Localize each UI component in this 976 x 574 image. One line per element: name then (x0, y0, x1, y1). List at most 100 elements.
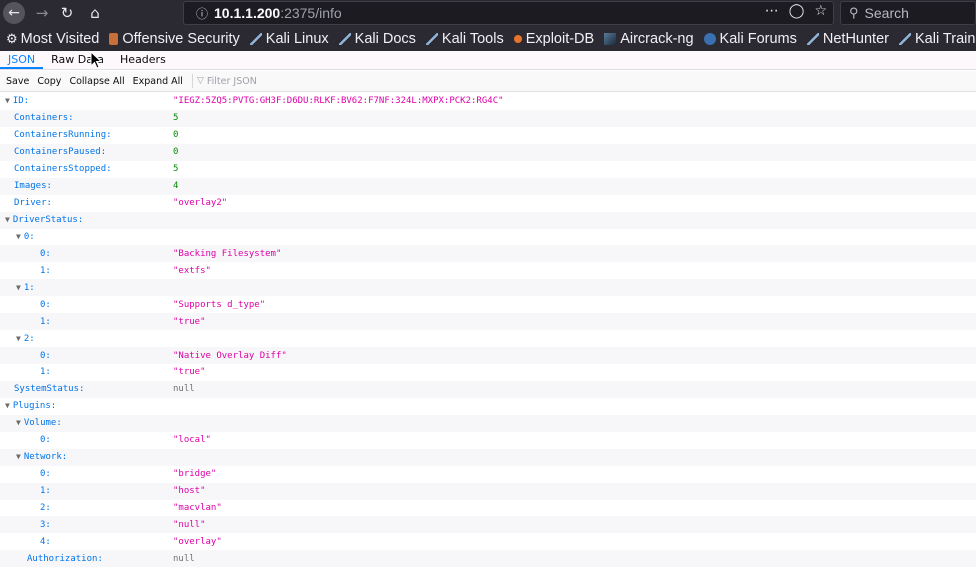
json-row[interactable]: ▼ 2: (0, 330, 976, 347)
home-icon[interactable]: ⌂ (86, 0, 104, 26)
bookmark-kali-tools[interactable]: Kali Tools (425, 31, 504, 47)
filter-box: ▽ (196, 75, 407, 87)
bookmark-nethunter[interactable]: NetHunter (806, 30, 889, 47)
page-actions-icon[interactable]: ⋯ (765, 3, 779, 19)
json-key-label: Authorization: (27, 553, 103, 564)
expand-all-button[interactable]: Expand All (130, 76, 186, 87)
json-key-label: Volume: (23, 418, 62, 429)
json-key: Driver: (14, 198, 52, 208)
expand-toggle-icon[interactable]: ▼ (16, 452, 21, 461)
json-key: Images: (14, 181, 52, 191)
json-value: "host" (173, 486, 206, 497)
json-row[interactable]: ContainersRunning: 0 (0, 127, 976, 144)
json-key-label: Containers: (14, 113, 74, 124)
json-row[interactable]: 1: "host" (0, 482, 976, 500)
filter-icon: ▽ (196, 76, 204, 86)
json-key: 1: (40, 486, 51, 496)
search-placeholder: Search (864, 5, 909, 21)
bookmark-kali-forums[interactable]: Kali Forums (703, 30, 797, 47)
json-value: "overlay" (173, 536, 222, 547)
expand-toggle-icon[interactable]: ▼ (16, 283, 21, 292)
collapse-all-button[interactable]: Collapse All (66, 76, 127, 87)
json-value: 5 (173, 113, 179, 124)
json-row[interactable]: ▼ ID: "IEGZ:5ZQ5:PVTG:GH3F:D6DU:RLKF:BV62:… (0, 93, 976, 110)
reload-icon[interactable]: ↻ (58, 0, 76, 26)
bookmark-exploit-db[interactable]: Exploit-DB (513, 31, 594, 47)
search-bar[interactable]: ⚲ Search (840, 1, 976, 25)
bookmark-offensive-security[interactable]: Offensive Security (109, 31, 240, 47)
json-key-label: 0: (40, 435, 51, 446)
bookmark-kali-training[interactable]: Kali Training (898, 30, 976, 47)
json-row[interactable]: ▼ Network: (0, 448, 976, 466)
json-row[interactable]: 0: "local" (0, 432, 976, 449)
json-row[interactable]: 1: "true" (0, 364, 976, 381)
json-row[interactable]: 0: "bridge" (0, 466, 976, 483)
page-info-icon[interactable]: ⓘ (196, 5, 208, 22)
json-tree: ▼ ID: "IEGZ:5ZQ5:PVTG:GH3F:D6DU:RLKF:BV62:… (0, 93, 976, 574)
json-key-label: 4: (40, 536, 51, 547)
json-row[interactable]: ContainersStopped: 5 (0, 161, 976, 178)
json-value: "bridge" (173, 469, 217, 480)
json-key-label: ID: (12, 96, 30, 107)
forward-arrow-icon[interactable]: → (33, 0, 51, 26)
expand-toggle-icon[interactable]: ▼ (5, 401, 10, 410)
expand-toggle-icon[interactable]: ▼ (5, 96, 10, 105)
json-row[interactable]: 0: "Backing Filesystem" (0, 245, 976, 263)
json-row[interactable]: 3: "null" (0, 516, 976, 534)
url-bar[interactable]: ⓘ 10.1.1.200:2375/info ⋯ ◯ ☆ (183, 1, 834, 25)
pocket-icon[interactable]: ◯ (789, 3, 805, 19)
json-row[interactable]: Authorization: null (0, 550, 976, 568)
json-row[interactable]: 4: "overlay" (0, 533, 976, 550)
json-key-label: 2: (40, 502, 51, 513)
tab-json[interactable]: JSON (0, 53, 44, 69)
json-row[interactable]: ▼ Plugins: (0, 398, 976, 415)
bookmark-label: NetHunter (822, 30, 889, 47)
json-row[interactable]: 0: "Supports d_type" (0, 296, 976, 313)
expand-toggle-icon[interactable]: ▼ (16, 418, 21, 427)
filter-json-input[interactable] (206, 75, 407, 87)
json-key-label: ContainersRunning: (14, 130, 112, 141)
json-key-label: Plugins: (12, 401, 57, 412)
expand-toggle-icon[interactable]: ▼ (16, 334, 21, 343)
json-row[interactable]: ▼ 1: (0, 279, 976, 297)
bookmark-kali-linux[interactable]: Kali Linux (249, 31, 329, 47)
expand-toggle-icon[interactable]: ▼ (16, 232, 21, 241)
json-row[interactable]: Containers: 5 (0, 109, 976, 127)
bookmark-label: Kali Forums (719, 30, 797, 47)
json-row[interactable]: Images: 4 (0, 177, 976, 195)
json-key-label: Network: (23, 452, 68, 463)
bookmark-aircrack-ng[interactable]: Aircrack-ng (604, 31, 694, 47)
bookmark-star-icon[interactable]: ☆ (814, 3, 827, 19)
json-key: 0: (40, 351, 51, 361)
json-row[interactable]: Driver: "overlay2" (0, 195, 976, 212)
bookmark-label: Kali Docs (354, 30, 416, 47)
json-value: "Supports d_type" (173, 299, 266, 310)
json-key: ▼ Network: (16, 452, 67, 462)
json-row[interactable]: 2: "macvlan" (0, 500, 976, 517)
json-key: ▼ ID: (5, 96, 29, 106)
json-key-label: 0: (40, 248, 51, 259)
kali-dragon-icon (249, 32, 262, 45)
json-row[interactable]: 1: "extfs" (0, 262, 976, 279)
back-arrow-icon[interactable]: ← (3, 2, 25, 24)
json-key: ▼ 2: (16, 334, 35, 344)
json-row[interactable]: 0: "Native Overlay Diff" (0, 347, 976, 364)
json-key-label: 1: (40, 265, 51, 276)
expand-toggle-icon[interactable]: ▼ (5, 215, 10, 224)
json-row[interactable]: ▼ DriverStatus: (0, 211, 976, 229)
json-value: "null" (173, 519, 206, 530)
aircrack-icon (604, 32, 617, 45)
save-button[interactable]: Save (3, 76, 32, 87)
json-row[interactable]: 1: "true" (0, 313, 976, 331)
json-row[interactable]: ▼ Volume: (0, 414, 976, 432)
bookmark-label: Kali Training (914, 30, 976, 47)
json-value: "extfs" (173, 265, 211, 276)
copy-button[interactable]: Copy (34, 76, 64, 87)
url-host: 10.1.1.200 (214, 5, 281, 21)
json-row[interactable]: ▼ 0: (0, 229, 976, 246)
tab-headers[interactable]: Headers (112, 53, 174, 69)
json-row[interactable]: ContainersPaused: 0 (0, 143, 976, 161)
bookmark-kali-docs[interactable]: Kali Docs (338, 30, 416, 47)
bookmark-most-visited[interactable]: ⚙ Most Visited (6, 31, 99, 47)
json-row[interactable]: SystemStatus: null (0, 380, 976, 398)
